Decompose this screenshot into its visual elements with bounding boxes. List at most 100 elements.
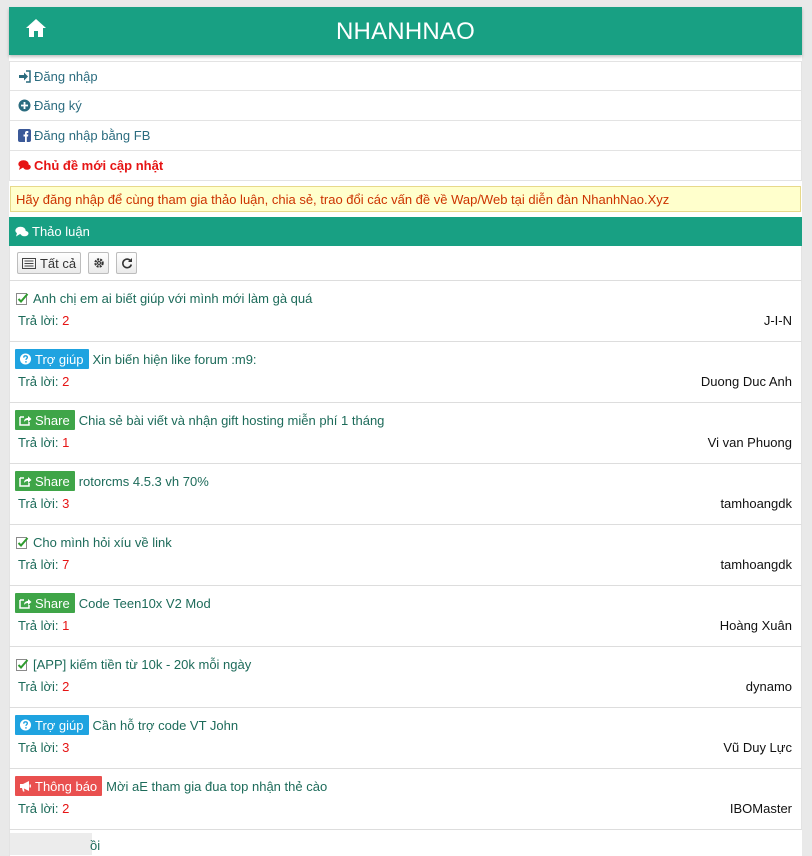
badge-label: Trợ giúp [35, 717, 84, 733]
reply-label: Trả lời: [18, 496, 59, 511]
register-label: Đăng ký [34, 98, 82, 113]
reply-label: Trả lời: [18, 435, 59, 450]
topic-author[interactable]: Vi van Phuong [708, 435, 792, 450]
plus-circle-icon [18, 99, 31, 112]
topic-toolbar: Tất cả [9, 246, 802, 281]
reply-count: Trả lời: 2 [18, 679, 69, 694]
settings-button[interactable] [88, 252, 109, 274]
filter-all-label: Tất cả [39, 255, 77, 271]
topic-title-link[interactable]: Xin biến hiện like forum :m9: [93, 352, 257, 367]
check-document-icon [16, 536, 29, 549]
topic-title-link[interactable]: Mời aE tham gia đua top nhận thẻ cào [106, 779, 327, 794]
topic-title-link[interactable]: Anh chị em ai biết giúp với mình mới làm… [33, 291, 312, 306]
topic-title-line: Share Chia sẻ bài viết và nhận gift hosti… [15, 410, 384, 430]
reply-label: Trả lời: [18, 618, 59, 633]
topic-title-link[interactable]: rotorcms 4.5.3 vh 70% [79, 474, 209, 489]
refresh-button[interactable] [116, 252, 137, 274]
help-badge[interactable]: Trợ giúp [15, 349, 89, 369]
reply-count-value: 2 [62, 313, 70, 328]
topic-title-line: Thông báo Mời aE tham gia đua top nhận th… [15, 776, 327, 796]
reply-count-value: 1 [62, 618, 70, 633]
question-circle-icon [19, 353, 32, 365]
partial-badge [10, 833, 92, 855]
help-badge[interactable]: Trợ giúp [15, 715, 89, 735]
topic-title-link[interactable]: Cần hỗ trợ code VT John [93, 718, 239, 733]
topic-title-line: Share rotorcms 4.5.3 vh 70% [15, 471, 209, 491]
topic-author[interactable]: J-I-N [764, 313, 792, 328]
share-square-icon [19, 599, 32, 609]
section-title: Thảo luận [32, 224, 90, 239]
topic-row: Share Chia sẻ bài viết và nhận gift hosti… [9, 403, 802, 464]
reply-label: Trả lời: [18, 313, 59, 328]
badge-label: Thông báo [35, 778, 98, 794]
reply-count: Trả lời: 7 [18, 557, 69, 572]
sign-in-icon [19, 69, 31, 83]
reply-label: Trả lời: [18, 740, 59, 755]
share-badge[interactable]: Share [15, 410, 75, 430]
partial-topic-title[interactable]: ồi [90, 838, 100, 853]
topic-title-line: Share Code Teen10x V2 Mod [15, 593, 211, 613]
login-fb-label: Đăng nhập bằng FB [34, 128, 151, 143]
topic-title-link[interactable]: Code Teen10x V2 Mod [79, 596, 211, 611]
reply-count: Trả lời: 1 [18, 435, 69, 450]
reply-count-value: 2 [62, 374, 70, 389]
comments-icon [18, 160, 31, 170]
announcement-badge[interactable]: Thông báo [15, 776, 103, 796]
reply-count-value: 1 [62, 435, 70, 450]
topic-row: Trợ giúp Xin biến hiện like forum :m9: Trả… [9, 342, 802, 403]
topic-author[interactable]: tamhoangdk [720, 557, 792, 572]
latest-topics-link[interactable]: Chủ đề mới cập nhật [9, 151, 802, 181]
topic-author[interactable]: Duong Duc Anh [701, 374, 792, 389]
reply-count: Trả lời: 3 [18, 740, 69, 755]
reply-count-value: 2 [62, 679, 70, 694]
reply-count-value: 3 [62, 740, 70, 755]
topic-row: Anh chị em ai biết giúp với mình mới làm… [9, 281, 802, 342]
topic-author[interactable]: IBOMaster [730, 801, 792, 816]
share-badge[interactable]: Share [15, 471, 75, 491]
login-label: Đăng nhập [34, 68, 98, 84]
badge-label: Share [35, 473, 70, 489]
topic-author[interactable]: dynamo [746, 679, 792, 694]
topic-title-link[interactable]: Chia sẻ bài viết và nhận gift hosting mi… [79, 413, 385, 428]
reply-count: Trả lời: 2 [18, 801, 69, 816]
register-link[interactable]: Đăng ký [9, 91, 802, 121]
bullhorn-icon [20, 781, 31, 792]
login-link[interactable]: Đăng nhập [9, 61, 802, 91]
reply-count: Trả lời: 2 [18, 313, 69, 328]
topic-title-link[interactable]: [APP] kiếm tiền từ 10k - 20k mỗi ngày [33, 657, 251, 672]
facebook-icon [18, 129, 31, 142]
topic-title-link[interactable]: Cho mình hỏi xíu về link [33, 535, 172, 550]
topic-row: Share rotorcms 4.5.3 vh 70% Trả lời: 3 tamh… [9, 464, 802, 525]
partial-topic-row: ồi [9, 830, 802, 856]
site-header: NHANHNAO [9, 7, 802, 55]
share-badge[interactable]: Share [15, 593, 75, 613]
badge-label: Share [35, 595, 70, 611]
topic-author[interactable]: tamhoangdk [720, 496, 792, 511]
comments-icon [15, 226, 29, 236]
check-document-icon [16, 292, 29, 305]
site-title[interactable]: NHANHNAO [9, 18, 802, 46]
reply-count-value: 7 [62, 557, 70, 572]
topic-row: Thông báo Mời aE tham gia đua top nhận th… [9, 769, 802, 830]
topic-row: Cho mình hỏi xíu về link Trả lời: 7 tamhoa… [9, 525, 802, 586]
badge-label: Share [35, 412, 70, 428]
topic-author[interactable]: Vũ Duy Lực [723, 740, 792, 755]
filter-all-button[interactable]: Tất cả [17, 252, 81, 274]
reply-count-value: 2 [62, 801, 70, 816]
reply-count-value: 3 [62, 496, 70, 511]
section-header: Thảo luận [9, 217, 802, 246]
login-fb-link[interactable]: Đăng nhập bằng FB [9, 121, 802, 151]
page: NHANHNAO Đăng nhập Đăng ký Đăng nhập bằn… [9, 7, 802, 856]
topic-row: Trợ giúp Cần hỗ trợ code VT John Trả lời: … [9, 708, 802, 769]
topic-title-line: Anh chị em ai biết giúp với mình mới làm… [15, 288, 312, 308]
share-square-icon [19, 477, 32, 487]
topic-author[interactable]: Hoàng Xuân [720, 618, 792, 633]
gear-icon [93, 258, 104, 268]
reply-count: Trả lời: 1 [18, 618, 69, 633]
login-notice: Hãy đăng nhập để cùng tham gia thảo luận… [10, 186, 801, 212]
reply-count: Trả lời: 3 [18, 496, 69, 511]
topic-row: Share Code Teen10x V2 Mod Trả lời: 1 Hoàng … [9, 586, 802, 647]
topic-list: Anh chị em ai biết giúp với mình mới làm… [9, 281, 802, 830]
topic-title-line: Trợ giúp Xin biến hiện like forum :m9: [15, 349, 257, 369]
topic-title-line: Cho mình hỏi xíu về link [15, 532, 172, 552]
